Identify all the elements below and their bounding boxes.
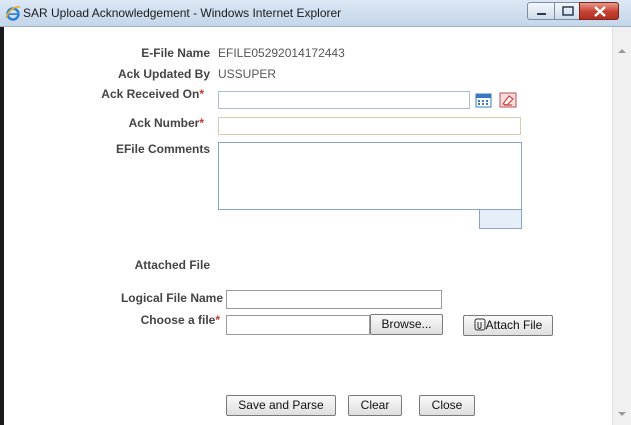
efile-name-label: E-File Name (141, 46, 210, 60)
dialog-content: E-File Name EFILE05292014172443 Ack Upda… (4, 27, 612, 425)
browse-button[interactable]: Browse... (370, 314, 443, 335)
vertical-scrollbar[interactable] (612, 27, 631, 425)
scroll-down-icon[interactable] (618, 412, 626, 416)
save-and-parse-button[interactable]: Save and Parse (226, 395, 336, 416)
window-controls (527, 2, 619, 22)
efile-comments-label: EFile Comments (115, 142, 210, 156)
calendar-icon[interactable] (475, 92, 493, 108)
attached-file-label: Attached File (134, 258, 210, 272)
ack-received-on-input[interactable] (218, 91, 470, 109)
logical-file-name-label: Logical File Name (120, 291, 223, 305)
attach-file-label: Attach File (485, 318, 543, 332)
maximize-icon (562, 6, 574, 16)
window-title: SAR Upload Acknowledgement - Windows Int… (23, 6, 342, 20)
efile-comments-textarea[interactable] (218, 142, 522, 210)
ack-received-on-label: Ack Received On* (101, 87, 204, 101)
ack-updated-by-label: Ack Updated By (117, 67, 210, 81)
logical-file-name-input[interactable] (226, 290, 442, 309)
clear-button[interactable]: Clear (348, 395, 402, 416)
minimize-button[interactable] (527, 2, 555, 20)
close-icon (594, 6, 606, 17)
required-marker: * (199, 116, 204, 130)
paperclip-icon (474, 318, 486, 331)
minimize-icon (537, 13, 546, 15)
ack-number-label: Ack Number* (128, 116, 204, 130)
choose-file-input[interactable] (226, 315, 370, 335)
close-button[interactable]: Close (419, 395, 475, 416)
scroll-up-icon[interactable] (618, 49, 626, 53)
ack-number-input[interactable] (218, 117, 521, 135)
maximize-button[interactable] (554, 2, 580, 20)
required-marker: * (199, 87, 204, 101)
ack-updated-by-value: USSUPER (218, 67, 277, 81)
efile-name-value: EFILE05292014172443 (218, 46, 345, 60)
required-marker: * (215, 313, 220, 327)
close-window-button[interactable] (579, 2, 619, 20)
choose-file-label: Choose a file* (140, 313, 220, 327)
eraser-icon[interactable] (499, 92, 517, 108)
attach-file-button[interactable]: Attach File (463, 315, 553, 336)
textarea-resize-handle[interactable] (479, 209, 522, 229)
internet-explorer-icon (5, 5, 21, 21)
window-titlebar[interactable]: SAR Upload Acknowledgement - Windows Int… (0, 0, 631, 27)
